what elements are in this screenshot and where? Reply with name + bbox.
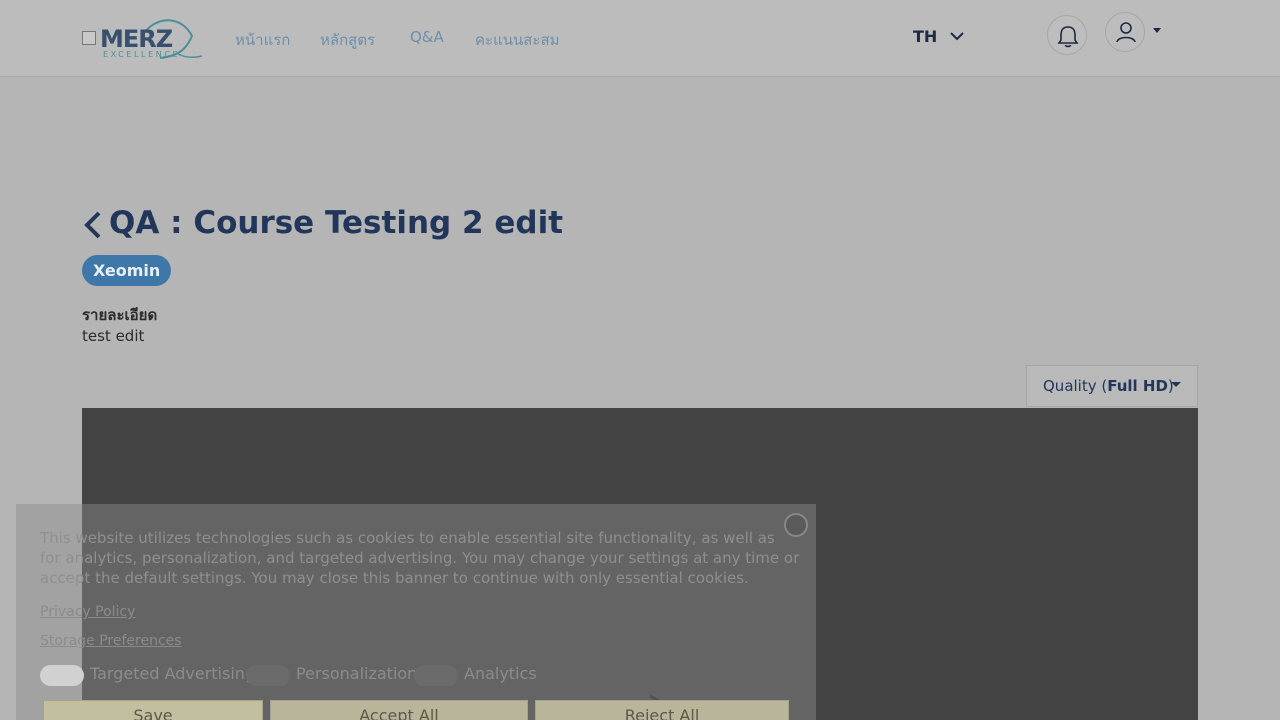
privacy-policy-link[interactable]: Privacy Policy [40, 604, 135, 620]
reject-all-button[interactable]: Reject All [535, 700, 789, 720]
nav-qa[interactable]: Q&A [410, 28, 444, 46]
cookie-text: This website utilizes technologies such … [40, 529, 800, 587]
targeted-advertising-label: Targeted Advertising [90, 664, 256, 683]
personalization-label: Personalization [296, 664, 418, 683]
detail-value: test edit [82, 327, 145, 345]
chevron-down-icon[interactable] [948, 27, 966, 45]
detail-label: รายละเอียด [82, 306, 158, 324]
quality-caret-icon[interactable] [1171, 382, 1181, 387]
nav-courses[interactable]: หลักสูตร [320, 28, 375, 52]
merz-logo[interactable]: MERZ EXCELLENCE [82, 16, 204, 60]
analytics-label: Analytics [464, 664, 537, 683]
product-tag: Xeomin [82, 255, 172, 286]
logo-subtext: EXCELLENCE [103, 50, 181, 59]
back-chevron-icon[interactable] [82, 210, 104, 240]
nav-home[interactable]: หน้าแรก [235, 28, 290, 52]
personalization-toggle[interactable] [246, 665, 290, 686]
save-button[interactable]: Save [43, 700, 263, 720]
quality-value: Full HD [1107, 377, 1168, 395]
logo-text: MERZ [100, 25, 173, 53]
accept-all-button[interactable]: Accept All [270, 700, 528, 720]
bell-icon [1057, 26, 1079, 48]
notification-button[interactable] [1047, 15, 1087, 55]
user-icon [1116, 22, 1136, 43]
storage-preferences-link[interactable]: Storage Preferences [40, 633, 182, 649]
user-menu-caret-icon[interactable] [1153, 28, 1161, 33]
quality-prefix: Quality ( [1043, 377, 1108, 395]
page-title: QA : Course Testing 2 edit [109, 205, 564, 241]
analytics-toggle[interactable] [414, 665, 458, 686]
nav-points[interactable]: คะแนนสะสม [475, 28, 560, 52]
top-navbar: MERZ EXCELLENCE หน้าแรก หลักสูตร Q&A คะแ… [0, 0, 1280, 77]
language-selector[interactable]: TH [913, 27, 937, 46]
targeted-advertising-toggle[interactable] [40, 665, 84, 686]
user-menu-button[interactable] [1105, 12, 1145, 52]
